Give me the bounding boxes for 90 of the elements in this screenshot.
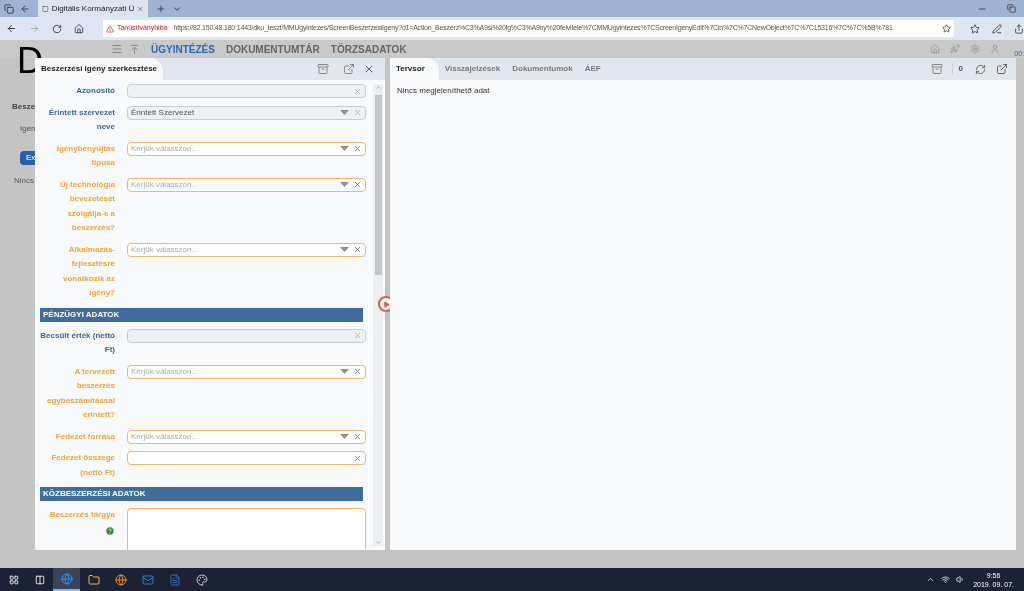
field-label: Új technológia bevezetését szolgálja-e a beszerzés? (58, 178, 115, 234)
clear-icon[interactable] (353, 108, 362, 117)
refresh-icon[interactable] (51, 23, 62, 34)
nav-tab[interactable]: ÜGYINTÉZÉS (151, 41, 215, 57)
empty-text: Nincs (14, 175, 34, 187)
select-field[interactable]: Kérjük válasszon... (127, 177, 366, 192)
clear-icon[interactable] (353, 86, 362, 96)
dropdown-caret-icon[interactable] (340, 434, 349, 439)
tab[interactable]: Visszajelzések (438, 58, 507, 80)
empty-message: Nincs megjeleníthető adat (397, 85, 491, 97)
restore-icon[interactable] (1007, 4, 1016, 13)
nav-tab[interactable]: TÖRZSADATOK (330, 41, 407, 57)
archive-icon[interactable] (930, 63, 943, 75)
favorite-icon[interactable] (942, 24, 952, 33)
home-icon[interactable] (73, 23, 84, 34)
close-icon[interactable] (363, 63, 375, 75)
field-label: Becsült érték (nettó Ft) (40, 329, 115, 356)
nav-tab[interactable]: DOKUMENTUMTÁR (225, 41, 320, 57)
dropdown-caret-icon[interactable] (340, 182, 349, 187)
select-field[interactable]: Érintett Szervezet (127, 105, 366, 120)
field-label: Fedezet forrása (55, 430, 115, 443)
tab-set-icon[interactable] (4, 3, 14, 14)
dropdown-caret-icon[interactable] (340, 369, 349, 374)
clear-icon[interactable] (353, 331, 362, 340)
mail-icon[interactable] (142, 573, 154, 586)
dialog-title: Beszerzési igény szerkesztése (35, 58, 164, 80)
back-icon[interactable] (6, 23, 17, 34)
field-label: Azonosító (76, 85, 115, 97)
field-label: Igén (20, 123, 36, 135)
collapse-icon[interactable] (129, 43, 140, 55)
field-label: Igénybenyújtás típusa (55, 142, 115, 169)
network-icon[interactable] (941, 575, 951, 584)
clear-icon[interactable] (353, 144, 362, 153)
section-header: PÉNZÜGYI ADATOK (40, 307, 363, 322)
input-field[interactable] (127, 328, 366, 343)
volume-icon[interactable] (956, 575, 966, 584)
warning-icon (105, 24, 114, 33)
close-tab-icon[interactable] (137, 4, 144, 13)
address-field[interactable] (102, 20, 955, 37)
pen-icon[interactable] (992, 23, 1003, 34)
clear-icon[interactable] (353, 245, 362, 254)
document-icon[interactable] (169, 573, 181, 586)
dropdown-caret-icon[interactable] (340, 247, 349, 252)
field-label: Alkalmazás-fejlesztésre vonatkozik az igény? (62, 243, 115, 299)
forward-icon[interactable] (28, 23, 40, 34)
field-label: Érintett szervezet neve (47, 106, 115, 133)
select-field[interactable]: Kérjük válasszon... (127, 242, 366, 257)
input-field[interactable] (127, 451, 366, 465)
dropdown-caret-icon[interactable] (340, 146, 349, 151)
open-external-icon[interactable] (996, 63, 1008, 75)
tab-back-icon[interactable] (20, 3, 30, 14)
scroll-thumb[interactable] (374, 95, 382, 275)
tab[interactable]: Tervsor (390, 58, 439, 80)
select-field[interactable]: Kérjük válasszon... (127, 141, 366, 156)
tab[interactable]: ÁEF (578, 58, 607, 80)
open-external-icon[interactable] (343, 63, 355, 75)
archive-icon[interactable] (317, 63, 329, 75)
page-heading: Besze (12, 101, 36, 113)
page-icon (42, 4, 49, 13)
browser-tab[interactable]: Digitális Kormányzati Ü (38, 0, 148, 17)
folder-icon[interactable] (88, 573, 100, 586)
palette-icon[interactable] (196, 573, 208, 586)
select-field[interactable]: Kérjük válasszon... (127, 429, 366, 444)
favorites-icon[interactable] (970, 23, 981, 34)
clear-icon[interactable] (353, 432, 362, 441)
clear-icon[interactable] (353, 180, 362, 189)
start-icon[interactable] (9, 574, 19, 585)
input-field[interactable] (127, 84, 366, 98)
scrollbar[interactable] (373, 84, 383, 546)
browser-taskbar-icon[interactable] (53, 568, 80, 591)
text-area[interactable] (127, 508, 366, 550)
clear-icon[interactable] (353, 453, 362, 463)
share-icon[interactable] (1014, 23, 1024, 34)
menu-icon[interactable] (111, 43, 123, 55)
field-label: Fedezet összege (nettó Ft) (50, 452, 115, 479)
tray-expand-icon[interactable] (926, 575, 936, 584)
count-text: 0 (951, 63, 963, 75)
tab[interactable]: Dokumentumok (506, 58, 579, 80)
play-icon (382, 300, 390, 308)
dropdown-caret-icon[interactable] (340, 110, 349, 115)
task-view-icon[interactable] (35, 574, 45, 585)
field-label: Beszerzés tárgya (49, 509, 115, 521)
refresh-icon[interactable] (975, 63, 986, 75)
new-tab-icon[interactable] (156, 3, 166, 14)
clear-icon[interactable] (353, 367, 362, 376)
globe-icon[interactable] (115, 573, 127, 586)
field-label: A tervezett beszerzés egybeszámítással érintett? (45, 365, 115, 421)
help-icon[interactable] (105, 525, 115, 536)
select-field[interactable]: Kérjük válasszon... (127, 364, 366, 379)
section-header: KÖZBESZERZÉSI ADATOK (40, 487, 363, 501)
